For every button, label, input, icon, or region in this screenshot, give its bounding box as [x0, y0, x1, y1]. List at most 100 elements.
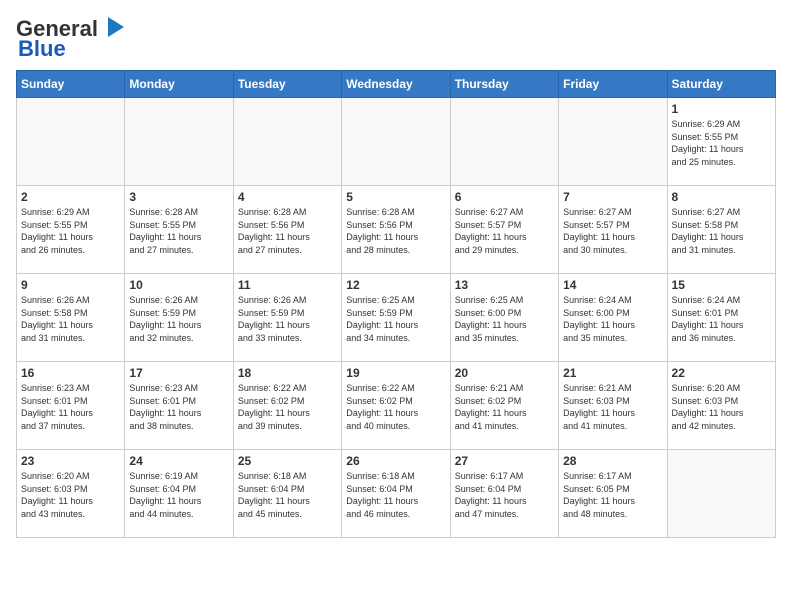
day-number: 4	[238, 190, 337, 204]
day-info: Sunrise: 6:27 AM Sunset: 5:57 PM Dayligh…	[563, 206, 662, 256]
week-row-2: 9 Sunrise: 6:26 AM Sunset: 5:58 PM Daylig…	[17, 274, 776, 362]
day-number: 28	[563, 454, 662, 468]
day-number: 13	[455, 278, 554, 292]
calendar-cell: 1 Sunrise: 6:29 AM Sunset: 5:55 PM Daylig…	[667, 98, 775, 186]
day-number: 3	[129, 190, 228, 204]
day-number: 17	[129, 366, 228, 380]
col-header-wednesday: Wednesday	[342, 71, 450, 98]
calendar-cell: 3 Sunrise: 6:28 AM Sunset: 5:55 PM Daylig…	[125, 186, 233, 274]
day-number: 15	[672, 278, 771, 292]
day-number: 22	[672, 366, 771, 380]
calendar-cell: 11 Sunrise: 6:26 AM Sunset: 5:59 PM Dayli…	[233, 274, 341, 362]
day-info: Sunrise: 6:28 AM Sunset: 5:55 PM Dayligh…	[129, 206, 228, 256]
calendar-cell	[17, 98, 125, 186]
day-number: 1	[672, 102, 771, 116]
day-info: Sunrise: 6:23 AM Sunset: 6:01 PM Dayligh…	[21, 382, 120, 432]
col-header-saturday: Saturday	[667, 71, 775, 98]
day-number: 23	[21, 454, 120, 468]
day-info: Sunrise: 6:25 AM Sunset: 6:00 PM Dayligh…	[455, 294, 554, 344]
col-header-monday: Monday	[125, 71, 233, 98]
day-info: Sunrise: 6:28 AM Sunset: 5:56 PM Dayligh…	[346, 206, 445, 256]
calendar-header: SundayMondayTuesdayWednesdayThursdayFrid…	[17, 71, 776, 98]
day-number: 21	[563, 366, 662, 380]
col-header-sunday: Sunday	[17, 71, 125, 98]
logo-icon	[100, 13, 128, 41]
calendar-cell: 23 Sunrise: 6:20 AM Sunset: 6:03 PM Dayli…	[17, 450, 125, 538]
day-number: 6	[455, 190, 554, 204]
day-number: 11	[238, 278, 337, 292]
day-info: Sunrise: 6:27 AM Sunset: 5:58 PM Dayligh…	[672, 206, 771, 256]
day-number: 10	[129, 278, 228, 292]
day-number: 18	[238, 366, 337, 380]
calendar-cell: 4Sunrise: 6:28 AM Sunset: 5:56 PM Daylig…	[233, 186, 341, 274]
day-number: 7	[563, 190, 662, 204]
day-info: Sunrise: 6:26 AM Sunset: 5:59 PM Dayligh…	[129, 294, 228, 344]
col-header-tuesday: Tuesday	[233, 71, 341, 98]
day-number: 8	[672, 190, 771, 204]
day-info: Sunrise: 6:18 AM Sunset: 6:04 PM Dayligh…	[238, 470, 337, 520]
day-info: Sunrise: 6:19 AM Sunset: 6:04 PM Dayligh…	[129, 470, 228, 520]
day-info: Sunrise: 6:24 AM Sunset: 6:01 PM Dayligh…	[672, 294, 771, 344]
calendar-cell: 8 Sunrise: 6:27 AM Sunset: 5:58 PM Daylig…	[667, 186, 775, 274]
calendar-cell: 18 Sunrise: 6:22 AM Sunset: 6:02 PM Dayli…	[233, 362, 341, 450]
week-row-4: 23 Sunrise: 6:20 AM Sunset: 6:03 PM Dayli…	[17, 450, 776, 538]
calendar-cell: 16 Sunrise: 6:23 AM Sunset: 6:01 PM Dayli…	[17, 362, 125, 450]
col-header-friday: Friday	[559, 71, 667, 98]
calendar-cell: 22 Sunrise: 6:20 AM Sunset: 6:03 PM Dayli…	[667, 362, 775, 450]
calendar-cell: 7 Sunrise: 6:27 AM Sunset: 5:57 PM Daylig…	[559, 186, 667, 274]
calendar-table: SundayMondayTuesdayWednesdayThursdayFrid…	[16, 70, 776, 538]
day-info: Sunrise: 6:18 AM Sunset: 6:04 PM Dayligh…	[346, 470, 445, 520]
day-info: Sunrise: 6:21 AM Sunset: 6:03 PM Dayligh…	[563, 382, 662, 432]
calendar-cell	[667, 450, 775, 538]
day-info: Sunrise: 6:22 AM Sunset: 6:02 PM Dayligh…	[346, 382, 445, 432]
day-number: 24	[129, 454, 228, 468]
day-info: Sunrise: 6:29 AM Sunset: 5:55 PM Dayligh…	[672, 118, 771, 168]
calendar-cell: 13 Sunrise: 6:25 AM Sunset: 6:00 PM Dayli…	[450, 274, 558, 362]
day-number: 26	[346, 454, 445, 468]
calendar-cell: 14 Sunrise: 6:24 AM Sunset: 6:00 PM Dayli…	[559, 274, 667, 362]
logo: General Blue	[16, 16, 128, 62]
week-row-3: 16 Sunrise: 6:23 AM Sunset: 6:01 PM Dayli…	[17, 362, 776, 450]
col-header-thursday: Thursday	[450, 71, 558, 98]
day-number: 14	[563, 278, 662, 292]
week-row-0: 1 Sunrise: 6:29 AM Sunset: 5:55 PM Daylig…	[17, 98, 776, 186]
calendar-cell: 20Sunrise: 6:21 AM Sunset: 6:02 PM Dayli…	[450, 362, 558, 450]
day-info: Sunrise: 6:20 AM Sunset: 6:03 PM Dayligh…	[672, 382, 771, 432]
calendar-cell: 24 Sunrise: 6:19 AM Sunset: 6:04 PM Dayli…	[125, 450, 233, 538]
calendar-cell: 21 Sunrise: 6:21 AM Sunset: 6:03 PM Dayli…	[559, 362, 667, 450]
calendar-cell	[450, 98, 558, 186]
calendar-cell: 5 Sunrise: 6:28 AM Sunset: 5:56 PM Daylig…	[342, 186, 450, 274]
logo-blue: Blue	[18, 36, 66, 62]
calendar-cell	[125, 98, 233, 186]
day-info: Sunrise: 6:22 AM Sunset: 6:02 PM Dayligh…	[238, 382, 337, 432]
day-info: Sunrise: 6:29 AM Sunset: 5:55 PM Dayligh…	[21, 206, 120, 256]
calendar-cell: 15 Sunrise: 6:24 AM Sunset: 6:01 PM Dayli…	[667, 274, 775, 362]
calendar-cell: 10 Sunrise: 6:26 AM Sunset: 5:59 PM Dayli…	[125, 274, 233, 362]
day-info: Sunrise: 6:24 AM Sunset: 6:00 PM Dayligh…	[563, 294, 662, 344]
calendar-cell: 28 Sunrise: 6:17 AM Sunset: 6:05 PM Dayli…	[559, 450, 667, 538]
calendar-cell: 9 Sunrise: 6:26 AM Sunset: 5:58 PM Daylig…	[17, 274, 125, 362]
day-number: 16	[21, 366, 120, 380]
week-row-1: 2Sunrise: 6:29 AM Sunset: 5:55 PM Daylig…	[17, 186, 776, 274]
day-number: 20	[455, 366, 554, 380]
day-number: 25	[238, 454, 337, 468]
day-number: 19	[346, 366, 445, 380]
day-info: Sunrise: 6:23 AM Sunset: 6:01 PM Dayligh…	[129, 382, 228, 432]
header: General Blue	[16, 16, 776, 62]
day-info: Sunrise: 6:25 AM Sunset: 5:59 PM Dayligh…	[346, 294, 445, 344]
calendar-cell	[559, 98, 667, 186]
day-info: Sunrise: 6:20 AM Sunset: 6:03 PM Dayligh…	[21, 470, 120, 520]
calendar-cell: 12 Sunrise: 6:25 AM Sunset: 5:59 PM Dayli…	[342, 274, 450, 362]
calendar-cell	[233, 98, 341, 186]
day-number: 9	[21, 278, 120, 292]
calendar-cell: 26 Sunrise: 6:18 AM Sunset: 6:04 PM Dayli…	[342, 450, 450, 538]
calendar-cell: 17 Sunrise: 6:23 AM Sunset: 6:01 PM Dayli…	[125, 362, 233, 450]
calendar-cell: 27Sunrise: 6:17 AM Sunset: 6:04 PM Dayli…	[450, 450, 558, 538]
day-info: Sunrise: 6:26 AM Sunset: 5:58 PM Dayligh…	[21, 294, 120, 344]
calendar-cell: 2Sunrise: 6:29 AM Sunset: 5:55 PM Daylig…	[17, 186, 125, 274]
day-info: Sunrise: 6:26 AM Sunset: 5:59 PM Dayligh…	[238, 294, 337, 344]
day-number: 12	[346, 278, 445, 292]
calendar-cell: 6Sunrise: 6:27 AM Sunset: 5:57 PM Daylig…	[450, 186, 558, 274]
day-number: 5	[346, 190, 445, 204]
day-info: Sunrise: 6:17 AM Sunset: 6:05 PM Dayligh…	[563, 470, 662, 520]
